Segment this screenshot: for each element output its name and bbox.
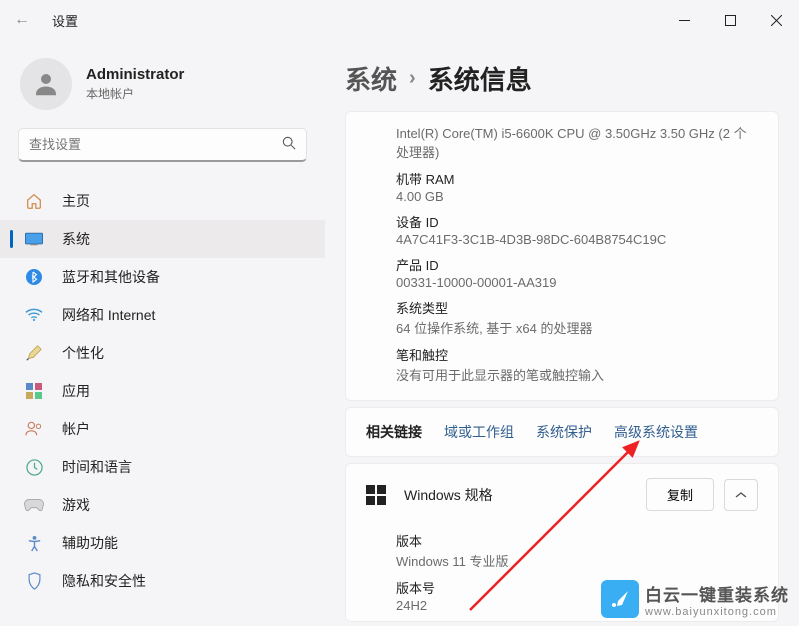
- chevron-up-icon[interactable]: [724, 479, 758, 511]
- watermark-logo: [601, 580, 639, 618]
- home-icon: [24, 191, 44, 211]
- system-icon: [24, 229, 44, 249]
- sidebar-item-system[interactable]: 系统: [0, 220, 325, 258]
- sidebar-item-label: 蓝牙和其他设备: [62, 267, 160, 287]
- sidebar-item-personalize[interactable]: 个性化: [0, 334, 325, 372]
- spec-key: 产品 ID: [396, 255, 758, 274]
- sidebar-item-bluetooth[interactable]: 蓝牙和其他设备: [0, 258, 325, 296]
- apps-icon: [24, 381, 44, 401]
- gaming-icon: [24, 495, 44, 515]
- sidebar-item-accessibility[interactable]: 辅助功能: [0, 524, 325, 562]
- accessibility-icon: [24, 533, 44, 553]
- spec-key: 笔和触控: [396, 345, 758, 364]
- sidebar-item-label: 个性化: [62, 343, 104, 363]
- spec-value: 00331-10000-00001-AA319: [396, 275, 758, 290]
- sidebar: Administrator 本地帐户 主页 系统: [0, 40, 325, 626]
- sidebar-item-apps[interactable]: 应用: [0, 372, 325, 410]
- link-advanced-settings[interactable]: 高级系统设置: [614, 422, 698, 442]
- watermark: 白云一键重装系统 www.baiyunxitong.com: [601, 580, 789, 618]
- titlebar: ← 设置: [0, 0, 799, 40]
- maximize-button[interactable]: [707, 0, 753, 40]
- sidebar-item-label: 应用: [62, 381, 90, 401]
- link-system-protection[interactable]: 系统保护: [536, 422, 592, 442]
- links-label: 相关链接: [366, 422, 422, 442]
- brush-icon: [24, 343, 44, 363]
- sidebar-item-privacy[interactable]: 隐私和安全性: [0, 562, 325, 600]
- sidebar-item-time[interactable]: 时间和语言: [0, 448, 325, 486]
- minimize-button[interactable]: [661, 0, 707, 40]
- bluetooth-icon: [24, 267, 44, 287]
- link-domain[interactable]: 域或工作组: [444, 422, 514, 442]
- content-area: 系统 › 系统信息 Intel(R) Core(TM) i5-6600K CPU…: [325, 40, 799, 626]
- sidebar-item-label: 主页: [62, 191, 90, 211]
- search-icon: [282, 136, 296, 153]
- windows-icon: [366, 485, 386, 505]
- spec-value-cpu: Intel(R) Core(TM) i5-6600K CPU @ 3.50GHz…: [396, 123, 758, 161]
- sidebar-item-label: 辅助功能: [62, 533, 118, 553]
- copy-button[interactable]: 复制: [646, 478, 714, 511]
- user-sub: 本地帐户: [86, 85, 184, 102]
- back-button[interactable]: ←: [14, 11, 34, 29]
- clock-icon: [24, 457, 44, 477]
- watermark-url: www.baiyunxitong.com: [645, 606, 789, 618]
- sidebar-item-home[interactable]: 主页: [0, 182, 325, 220]
- nav-list: 主页 系统 蓝牙和其他设备 网络和 Internet 个性化 应用: [0, 182, 325, 600]
- user-block[interactable]: Administrator 本地帐户: [0, 50, 325, 128]
- related-links-card: 相关链接 域或工作组 系统保护 高级系统设置: [345, 407, 779, 457]
- avatar: [20, 58, 72, 110]
- chevron-right-icon: ›: [409, 67, 416, 90]
- shield-icon: [24, 571, 44, 591]
- spec-value: Windows 11 专业版: [396, 551, 758, 570]
- spec-key: 系统类型: [396, 298, 758, 317]
- sidebar-item-network[interactable]: 网络和 Internet: [0, 296, 325, 334]
- sidebar-item-gaming[interactable]: 游戏: [0, 486, 325, 524]
- spec-key: 设备 ID: [396, 212, 758, 231]
- sidebar-item-label: 网络和 Internet: [62, 305, 155, 325]
- watermark-text: 白云一键重装系统: [645, 581, 789, 606]
- search-input[interactable]: [18, 128, 307, 162]
- wifi-icon: [24, 305, 44, 325]
- spec-value: 64 位操作系统, 基于 x64 的处理器: [396, 318, 758, 337]
- close-button[interactable]: [753, 0, 799, 40]
- page-title: 系统信息: [428, 60, 532, 97]
- device-specs-card: Intel(R) Core(TM) i5-6600K CPU @ 3.50GHz…: [345, 111, 779, 401]
- sidebar-item-label: 时间和语言: [62, 457, 132, 477]
- accounts-icon: [24, 419, 44, 439]
- spec-value: 4.00 GB: [396, 189, 758, 204]
- search-field[interactable]: [29, 137, 282, 152]
- windows-specs-title: Windows 规格: [404, 485, 646, 505]
- spec-key: 版本: [396, 531, 758, 550]
- sidebar-item-label: 游戏: [62, 495, 90, 515]
- sidebar-item-label: 帐户: [62, 419, 90, 439]
- spec-value: 4A7C41F3-3C1B-4D3B-98DC-604B8754C19C: [396, 232, 758, 247]
- window-title: 设置: [52, 11, 78, 30]
- breadcrumb: 系统 › 系统信息: [325, 60, 799, 111]
- user-name: Administrator: [86, 66, 184, 83]
- sidebar-item-accounts[interactable]: 帐户: [0, 410, 325, 448]
- sidebar-item-label: 隐私和安全性: [62, 571, 146, 591]
- sidebar-item-label: 系统: [62, 229, 90, 249]
- windows-specs-header[interactable]: Windows 规格 复制: [346, 464, 778, 525]
- spec-value: 没有可用于此显示器的笔或触控输入: [396, 365, 758, 384]
- breadcrumb-parent[interactable]: 系统: [345, 60, 397, 97]
- spec-key: 机带 RAM: [396, 169, 758, 188]
